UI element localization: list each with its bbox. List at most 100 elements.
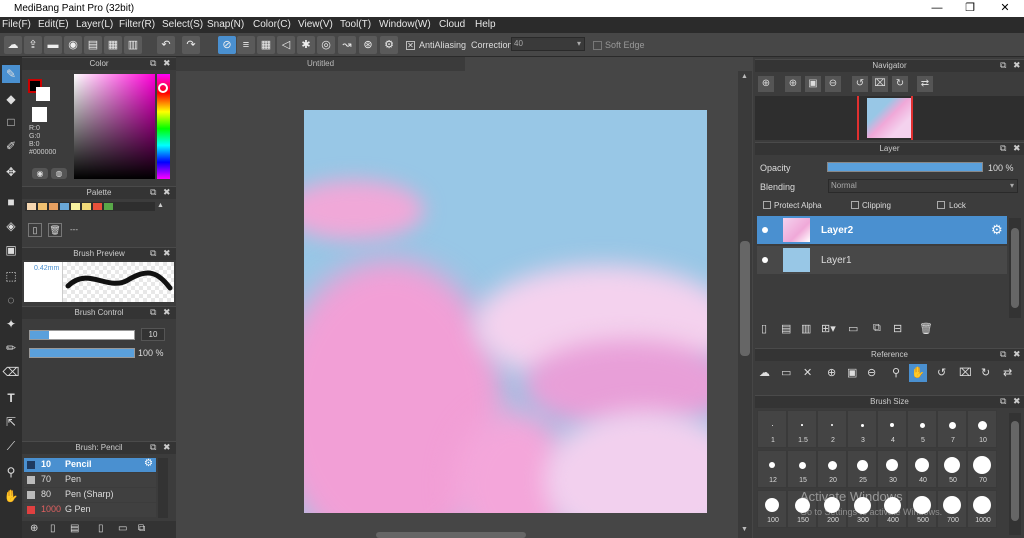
open-folder-icon[interactable]: ▭: [781, 366, 791, 379]
visibility-icon[interactable]: [762, 257, 768, 263]
document-tab[interactable]: Untitled: [176, 57, 465, 71]
brush-size-cell[interactable]: 10: [967, 410, 997, 448]
flip-icon[interactable]: ⇄: [917, 76, 933, 92]
flip-icon[interactable]: ⇄: [1003, 366, 1012, 379]
palette-swatch[interactable]: [71, 203, 80, 210]
soft-edge-checkbox[interactable]: [593, 41, 602, 50]
text-tool-icon[interactable]: T: [2, 389, 20, 407]
snap-curve-icon[interactable]: ↝: [338, 36, 356, 54]
menu-select[interactable]: Select(S): [162, 19, 203, 30]
layer-scrollbar[interactable]: [1009, 218, 1021, 318]
layer-row[interactable]: Layer2 ⚙: [757, 216, 1007, 244]
menu-filter[interactable]: Filter(R): [119, 19, 155, 30]
snap-cross-icon[interactable]: ▦: [257, 36, 275, 54]
cloud-icon[interactable]: ☁: [759, 366, 770, 379]
drawing-canvas[interactable]: [304, 110, 707, 513]
snap-parallel-icon[interactable]: ≡: [237, 36, 255, 54]
gear-icon[interactable]: ⚙: [144, 458, 153, 469]
color-picker-icon[interactable]: ◍: [51, 168, 67, 179]
comment-icon[interactable]: ▬: [44, 36, 62, 54]
blending-select[interactable]: Normal ▾: [828, 179, 1018, 193]
menu-tool[interactable]: Tool(T): [340, 19, 371, 30]
hand-tool-icon[interactable]: ✋: [909, 364, 927, 382]
visibility-icon[interactable]: [762, 227, 768, 233]
menu-help[interactable]: Help: [475, 19, 496, 30]
eyedropper-icon[interactable]: ⚲: [892, 366, 900, 379]
minimize-button[interactable]: —: [920, 0, 954, 17]
palette-swatch[interactable]: [27, 203, 36, 210]
magic-wand-icon[interactable]: ✦: [2, 315, 20, 333]
close-icon[interactable]: ✖: [1013, 349, 1021, 359]
color-picker-square[interactable]: [74, 74, 155, 179]
palette-swatch[interactable]: [38, 203, 47, 210]
delete-palette-icon[interactable]: 🗑: [48, 223, 62, 237]
brush-size-cell[interactable]: 100: [757, 490, 787, 528]
redo-icon[interactable]: ↷: [182, 36, 200, 54]
close-icon[interactable]: ✖: [163, 442, 171, 452]
bucket-tool-icon[interactable]: ◈: [2, 217, 20, 235]
transparent-color-swatch[interactable]: [32, 107, 47, 122]
canvas-horizontal-scrollbar[interactable]: [376, 532, 526, 538]
undock-icon[interactable]: ⧉: [1000, 396, 1006, 406]
canvas-vertical-scrollbar[interactable]: ▲ ▼: [738, 71, 752, 538]
copy-brush-icon[interactable]: ▯: [98, 523, 104, 534]
close-icon[interactable]: ✖: [1013, 396, 1021, 406]
close-icon[interactable]: ✖: [1013, 143, 1021, 153]
close-icon[interactable]: ✖: [1013, 60, 1021, 70]
snap-off-icon[interactable]: ⊘: [218, 36, 236, 54]
correction-select[interactable]: 40 ▾: [511, 37, 585, 51]
select-eraser-icon[interactable]: ⌫: [2, 363, 20, 381]
menu-file[interactable]: File(F): [2, 19, 31, 30]
close-icon[interactable]: ✖: [163, 307, 171, 317]
brush-size-cell[interactable]: 70: [967, 450, 997, 488]
palette-swatch[interactable]: [49, 203, 58, 210]
brush-size-cell[interactable]: 2: [817, 410, 847, 448]
cloud-icon[interactable]: ☁: [4, 36, 22, 54]
eraser-tool-icon[interactable]: ◆: [2, 90, 20, 108]
protect-alpha-checkbox[interactable]: [763, 201, 771, 209]
brush-size-cell[interactable]: 7: [937, 410, 967, 448]
add-layer-menu-icon[interactable]: ⊞▾: [821, 322, 836, 335]
undock-icon[interactable]: ⧉: [150, 187, 156, 197]
reset-view-icon[interactable]: ⌧: [872, 76, 888, 92]
add-brush-icon[interactable]: ⊕: [30, 523, 38, 534]
duplicate-layer-icon[interactable]: ⧉: [873, 322, 881, 335]
brush-size-cell[interactable]: 1000: [967, 490, 997, 528]
snap-ellipse-icon[interactable]: ⊛: [359, 36, 377, 54]
undock-icon[interactable]: ⧉: [1000, 349, 1006, 359]
grid-icon[interactable]: ▥: [124, 36, 142, 54]
list-item[interactable]: 80 Pen (Sharp): [24, 488, 156, 502]
new-layer-icon[interactable]: ▯: [761, 322, 767, 335]
scrollbar-thumb[interactable]: [740, 241, 750, 356]
menu-window[interactable]: Window(W): [379, 19, 431, 30]
brush-size-cell[interactable]: 4: [877, 410, 907, 448]
gradient-tool-icon[interactable]: ▣: [2, 241, 20, 259]
close-reference-icon[interactable]: ✕: [803, 366, 812, 379]
menu-view[interactable]: View(V): [298, 19, 333, 30]
chat-icon[interactable]: ◉: [64, 36, 82, 54]
grid-list-icon[interactable]: ▦: [104, 36, 122, 54]
lasso-tool-icon[interactable]: ◌: [2, 291, 20, 309]
brush-size-cell[interactable]: 40: [907, 450, 937, 488]
antialiasing-checkbox[interactable]: ✕: [406, 41, 415, 50]
undock-icon[interactable]: ⧉: [1000, 143, 1006, 153]
move-tool-icon[interactable]: ✥: [2, 163, 20, 181]
zoom-out-icon[interactable]: ⊖: [825, 76, 841, 92]
scroll-down-icon[interactable]: ▼: [741, 526, 748, 533]
scrollbar-thumb[interactable]: [1011, 228, 1019, 308]
close-icon[interactable]: ✖: [163, 58, 171, 68]
brush-tool-icon[interactable]: ✎: [2, 65, 20, 83]
fit-icon[interactable]: ▣: [847, 366, 857, 379]
close-icon[interactable]: ✖: [163, 187, 171, 197]
palette-swatch[interactable]: [104, 203, 113, 210]
scroll-up-icon[interactable]: ▲: [741, 73, 748, 80]
brush-size-cell[interactable]: 1.5: [787, 410, 817, 448]
undock-icon[interactable]: ⧉: [1000, 60, 1006, 70]
hue-slider-handle[interactable]: [158, 83, 168, 93]
undock-icon[interactable]: ⧉: [150, 442, 156, 452]
menu-snap[interactable]: Snap(N): [207, 19, 244, 30]
zoom-fit-icon[interactable]: ⊕: [758, 76, 774, 92]
palette-swatch[interactable]: [60, 203, 69, 210]
brush-size-cell[interactable]: 5: [907, 410, 937, 448]
lock-checkbox[interactable]: [937, 201, 945, 209]
